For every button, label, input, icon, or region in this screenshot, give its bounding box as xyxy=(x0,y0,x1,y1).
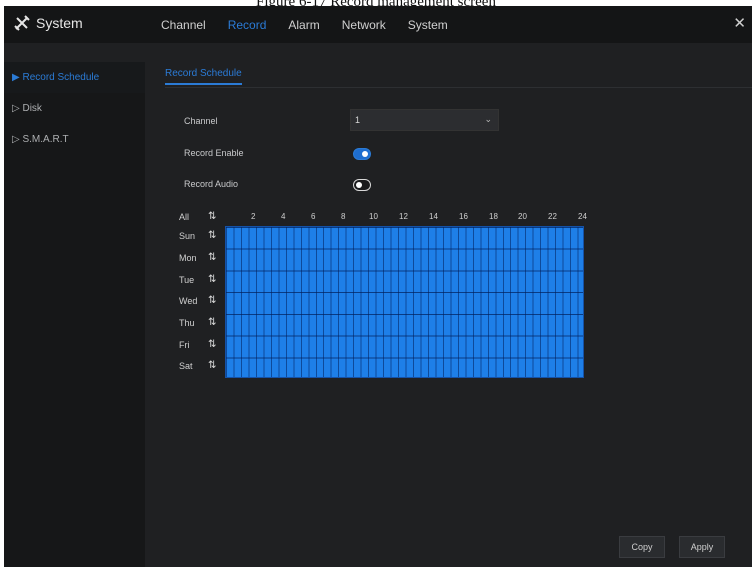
sidebar-item-label: S.M.A.R.T xyxy=(22,134,69,145)
day-label-thu: Thu xyxy=(179,318,195,328)
tab-system[interactable]: System xyxy=(408,18,448,32)
sidebar-item-smart[interactable]: ▷ S.M.A.R.T xyxy=(4,124,145,155)
sidebar-item-record-schedule[interactable]: ▶ Record Schedule xyxy=(4,62,145,93)
sync-arrows-icon[interactable]: ⇅ xyxy=(208,295,216,307)
sync-arrows-icon[interactable]: ⇅ xyxy=(208,252,216,264)
sync-arrows-icon[interactable]: ⇅ xyxy=(208,360,216,372)
tab-channel[interactable]: Channel xyxy=(161,18,206,32)
toggle-knob xyxy=(356,182,362,188)
record-audio-toggle[interactable] xyxy=(353,179,371,191)
day-label-wed: Wed xyxy=(179,296,198,306)
tab-alarm[interactable]: Alarm xyxy=(288,18,319,32)
top-bar: System Channel Record Alarm Network Syst… xyxy=(4,6,752,43)
apply-button[interactable]: Apply xyxy=(679,536,725,558)
sync-arrows-icon[interactable]: ⇅ xyxy=(208,317,216,329)
copy-button[interactable]: Copy xyxy=(619,536,665,558)
all-days-label: All xyxy=(179,212,190,222)
sidebar-item-label: Record Schedule xyxy=(22,72,100,83)
record-enable-label: Record Enable xyxy=(184,148,244,158)
hour-label: 12 xyxy=(399,212,408,221)
channel-select-value: 1 xyxy=(355,115,361,125)
toggle-knob xyxy=(362,151,368,157)
day-label-tue: Tue xyxy=(179,275,195,285)
record-audio-label: Record Audio xyxy=(184,179,239,189)
tab-record[interactable]: Record xyxy=(228,18,267,32)
sidebar: ▶ Record Schedule ▷ Disk ▷ S.M.A.R.T xyxy=(4,62,145,567)
channel-label: Channel xyxy=(184,116,218,126)
day-label-sat: Sat xyxy=(179,361,193,371)
hour-label: 6 xyxy=(311,212,316,221)
hour-label: 4 xyxy=(281,212,286,221)
app-title-label: System xyxy=(36,15,83,31)
sync-arrows-icon[interactable]: ⇅ xyxy=(208,230,216,242)
triangle-right-outline-icon: ▷ xyxy=(12,103,20,114)
app-title: System xyxy=(14,15,83,31)
sync-arrows-icon[interactable]: ⇅ xyxy=(208,274,216,286)
triangle-right-outline-icon: ▷ xyxy=(12,134,20,145)
tools-icon xyxy=(14,15,30,31)
main-tabs: Channel Record Alarm Network System xyxy=(161,18,448,32)
close-icon[interactable]: ✕ xyxy=(733,14,746,32)
hour-label: 10 xyxy=(369,212,378,221)
sync-arrows-icon[interactable]: ⇅ xyxy=(208,339,216,351)
hour-label: 2 xyxy=(251,212,256,221)
divider xyxy=(165,87,752,88)
tab-record-schedule[interactable]: Record Schedule xyxy=(165,68,242,85)
day-label-sun: Sun xyxy=(179,231,196,241)
hour-label: 18 xyxy=(489,212,498,221)
schedule-grid[interactable] xyxy=(225,226,584,378)
day-label-fri: Fri xyxy=(179,340,190,350)
hour-label: 14 xyxy=(429,212,438,221)
record-enable-toggle[interactable] xyxy=(353,148,371,160)
app-window: System Channel Record Alarm Network Syst… xyxy=(4,6,752,567)
day-label-mon: Mon xyxy=(179,253,197,263)
triangle-right-filled-icon: ▶ xyxy=(12,72,20,83)
hour-label: 16 xyxy=(459,212,468,221)
hour-label: 20 xyxy=(518,212,527,221)
sidebar-item-label: Disk xyxy=(22,103,42,114)
chevron-down-icon: ⌄ xyxy=(484,114,492,124)
sync-arrows-icon[interactable]: ⇅ xyxy=(208,211,216,223)
channel-select[interactable]: 1 ⌄ xyxy=(350,109,499,131)
sidebar-item-disk[interactable]: ▷ Disk xyxy=(4,93,145,124)
hour-label: 24 xyxy=(578,212,587,221)
hour-label: 8 xyxy=(341,212,346,221)
hour-label: 22 xyxy=(548,212,557,221)
tab-network[interactable]: Network xyxy=(342,18,386,32)
main-panel: Record Schedule Channel 1 ⌄ Record Enabl… xyxy=(145,43,752,567)
